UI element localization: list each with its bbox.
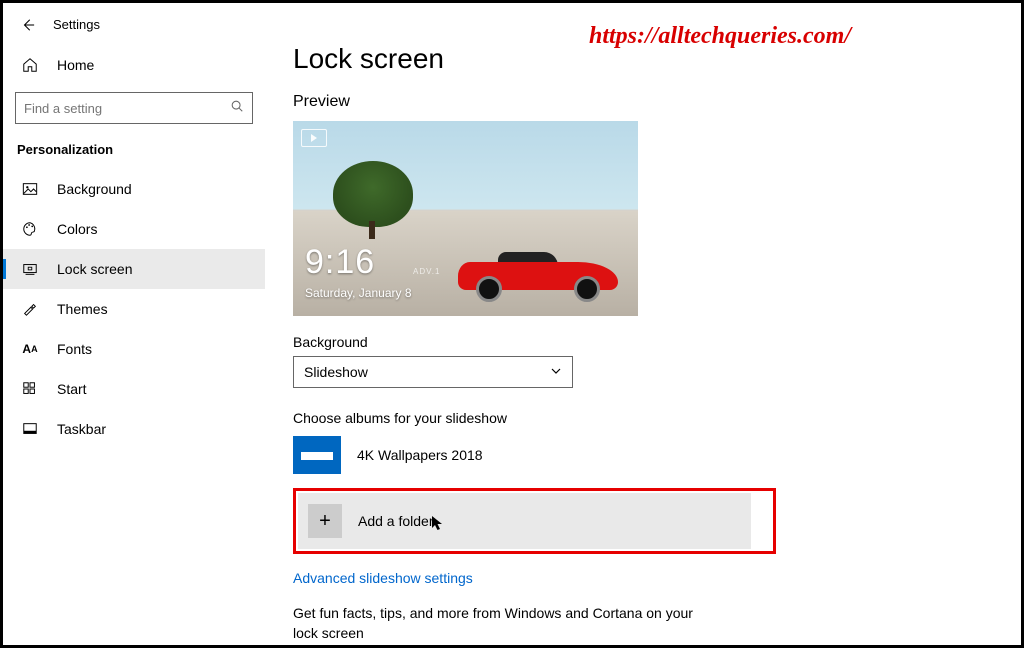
sidebar-home[interactable]: Home	[3, 46, 265, 84]
picture-icon	[21, 180, 39, 198]
plus-icon: +	[308, 504, 342, 538]
sidebar-item-label: Lock screen	[57, 261, 132, 277]
slideshow-badge-icon	[301, 129, 327, 147]
search-input[interactable]	[24, 101, 230, 116]
add-folder-highlight: + Add a folder	[293, 488, 776, 554]
background-dropdown[interactable]: Slideshow	[293, 356, 573, 388]
add-folder-label: Add a folder	[358, 513, 434, 529]
sidebar-item-fonts[interactable]: AA Fonts	[3, 329, 265, 369]
sidebar-item-colors[interactable]: Colors	[3, 209, 265, 249]
taskbar-icon	[21, 420, 39, 438]
preview-logo: ADV.1	[413, 267, 440, 276]
funfacts-label: Get fun facts, tips, and more from Windo…	[293, 604, 693, 643]
sidebar-item-lockscreen[interactable]: Lock screen	[3, 249, 265, 289]
sidebar-item-label: Start	[57, 381, 87, 397]
album-item[interactable]: 4K Wallpapers 2018	[293, 436, 981, 474]
album-thumb-icon	[293, 436, 341, 474]
watermark-text: https://alltechqueries.com/	[589, 23, 851, 50]
lockscreen-preview: 9:16 Saturday, January 8 ADV.1	[293, 121, 638, 316]
main-content: Lock screen Preview 9:16 Saturday, Janua…	[293, 3, 1021, 645]
palette-icon	[21, 220, 39, 238]
sidebar-item-start[interactable]: Start	[3, 369, 265, 409]
sidebar-section-label: Personalization	[3, 142, 265, 169]
fonts-icon: AA	[21, 340, 39, 358]
add-folder-button[interactable]: + Add a folder	[298, 493, 751, 549]
album-name: 4K Wallpapers 2018	[357, 447, 483, 463]
sidebar-item-themes[interactable]: Themes	[3, 289, 265, 329]
sidebar-item-taskbar[interactable]: Taskbar	[3, 409, 265, 449]
preview-time: 9:16	[305, 243, 375, 282]
settings-title: Settings	[53, 17, 100, 32]
sidebar: Settings Home Personalization Background	[3, 3, 265, 645]
preview-label: Preview	[293, 93, 981, 111]
choose-albums-label: Choose albums for your slideshow	[293, 410, 981, 426]
background-dropdown-value: Slideshow	[304, 364, 368, 380]
preview-date: Saturday, January 8	[305, 286, 412, 300]
cursor-icon	[431, 515, 445, 533]
home-icon	[21, 56, 39, 74]
sidebar-item-label: Themes	[57, 301, 108, 317]
sidebar-item-background[interactable]: Background	[3, 169, 265, 209]
chevron-down-icon	[550, 364, 562, 380]
back-icon[interactable]	[21, 18, 35, 32]
search-icon	[230, 99, 244, 118]
background-label: Background	[293, 334, 981, 350]
sidebar-item-label: Taskbar	[57, 421, 106, 437]
search-box[interactable]	[15, 92, 253, 124]
lockscreen-icon	[21, 260, 39, 278]
start-icon	[21, 380, 39, 398]
sidebar-home-label: Home	[57, 57, 94, 73]
sidebar-item-label: Background	[57, 181, 132, 197]
advanced-slideshow-link[interactable]: Advanced slideshow settings	[293, 570, 981, 586]
themes-icon	[21, 300, 39, 318]
sidebar-item-label: Colors	[57, 221, 97, 237]
sidebar-item-label: Fonts	[57, 341, 92, 357]
